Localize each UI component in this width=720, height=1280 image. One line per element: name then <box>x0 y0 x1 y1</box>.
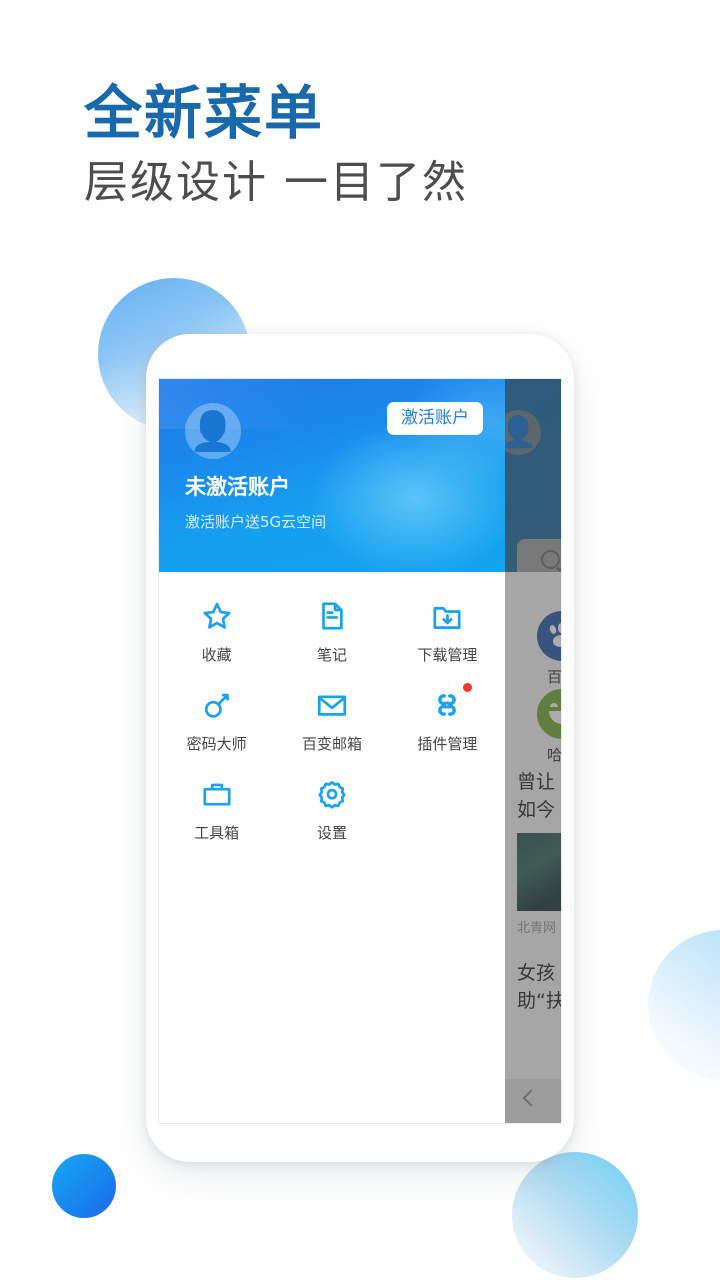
menu-item-label: 百变邮箱 <box>301 735 362 753</box>
phone-mockup: 👤 百度 哈哈 <box>146 334 574 1162</box>
account-name: 未激活账户 <box>185 475 290 499</box>
menu-item-grid: 收藏 笔记 下载管理 密码大师 百变邮箱 插件管理 工具箱 设置 <box>159 572 505 865</box>
menu-item-notes[interactable]: 笔记 <box>274 598 389 687</box>
menu-item-mailbox[interactable]: 百变邮箱 <box>274 687 389 776</box>
menu-avatar[interactable]: 👤 <box>185 403 241 459</box>
menu-item-downloads[interactable]: 下载管理 <box>390 598 505 687</box>
menu-item-label: 收藏 <box>201 646 232 664</box>
poster-subheadline: 层级设计 一目了然 <box>84 156 468 208</box>
menu-item-label: 笔记 <box>316 646 347 664</box>
menu-item-plugins[interactable]: 插件管理 <box>390 683 505 776</box>
menu-item-favorites[interactable]: 收藏 <box>159 598 274 687</box>
menu-item-label: 工具箱 <box>194 824 240 842</box>
account-subtitle: 激活账户送5G云空间 <box>185 513 327 531</box>
phone-screen: 👤 百度 哈哈 <box>158 378 562 1124</box>
notification-badge <box>463 683 473 692</box>
folder-download-icon <box>430 598 464 634</box>
menu-item-label: 密码大师 <box>186 735 247 753</box>
key-icon <box>200 687 234 723</box>
plugin-clover-icon <box>431 683 473 723</box>
star-icon <box>200 598 234 634</box>
decorative-circle-bottom-right <box>512 1152 638 1278</box>
poster-headline: 全新菜单 <box>84 79 325 147</box>
menu-item-settings[interactable]: 设置 <box>274 776 389 865</box>
decorative-circle-bottom-left <box>52 1154 116 1218</box>
menu-item-label: 下载管理 <box>417 646 478 664</box>
menu-item-toolbox[interactable]: 工具箱 <box>159 776 274 865</box>
envelope-icon <box>315 687 349 723</box>
poster-canvas: 全新菜单 层级设计 一目了然 👤 百度 <box>0 0 720 1280</box>
user-avatar-icon: 👤 <box>189 409 237 453</box>
gear-icon <box>315 776 349 812</box>
decorative-shape-right-edge <box>648 930 720 1080</box>
menu-item-label: 设置 <box>316 824 347 842</box>
note-document-icon <box>315 598 349 634</box>
activate-account-button[interactable]: 激活账户 <box>387 402 483 435</box>
slide-out-menu-panel: 👤 未激活账户 激活账户送5G云空间 激活账户 收藏 笔记 下载管理 密码大师 … <box>159 379 505 1123</box>
toolbox-icon <box>200 776 234 812</box>
menu-account-header: 👤 未激活账户 激活账户送5G云空间 激活账户 <box>159 379 505 572</box>
menu-item-password-master[interactable]: 密码大师 <box>159 687 274 776</box>
poster-text-block: 全新菜单 层级设计 一目了然 <box>84 82 644 209</box>
menu-item-label: 插件管理 <box>417 735 478 753</box>
